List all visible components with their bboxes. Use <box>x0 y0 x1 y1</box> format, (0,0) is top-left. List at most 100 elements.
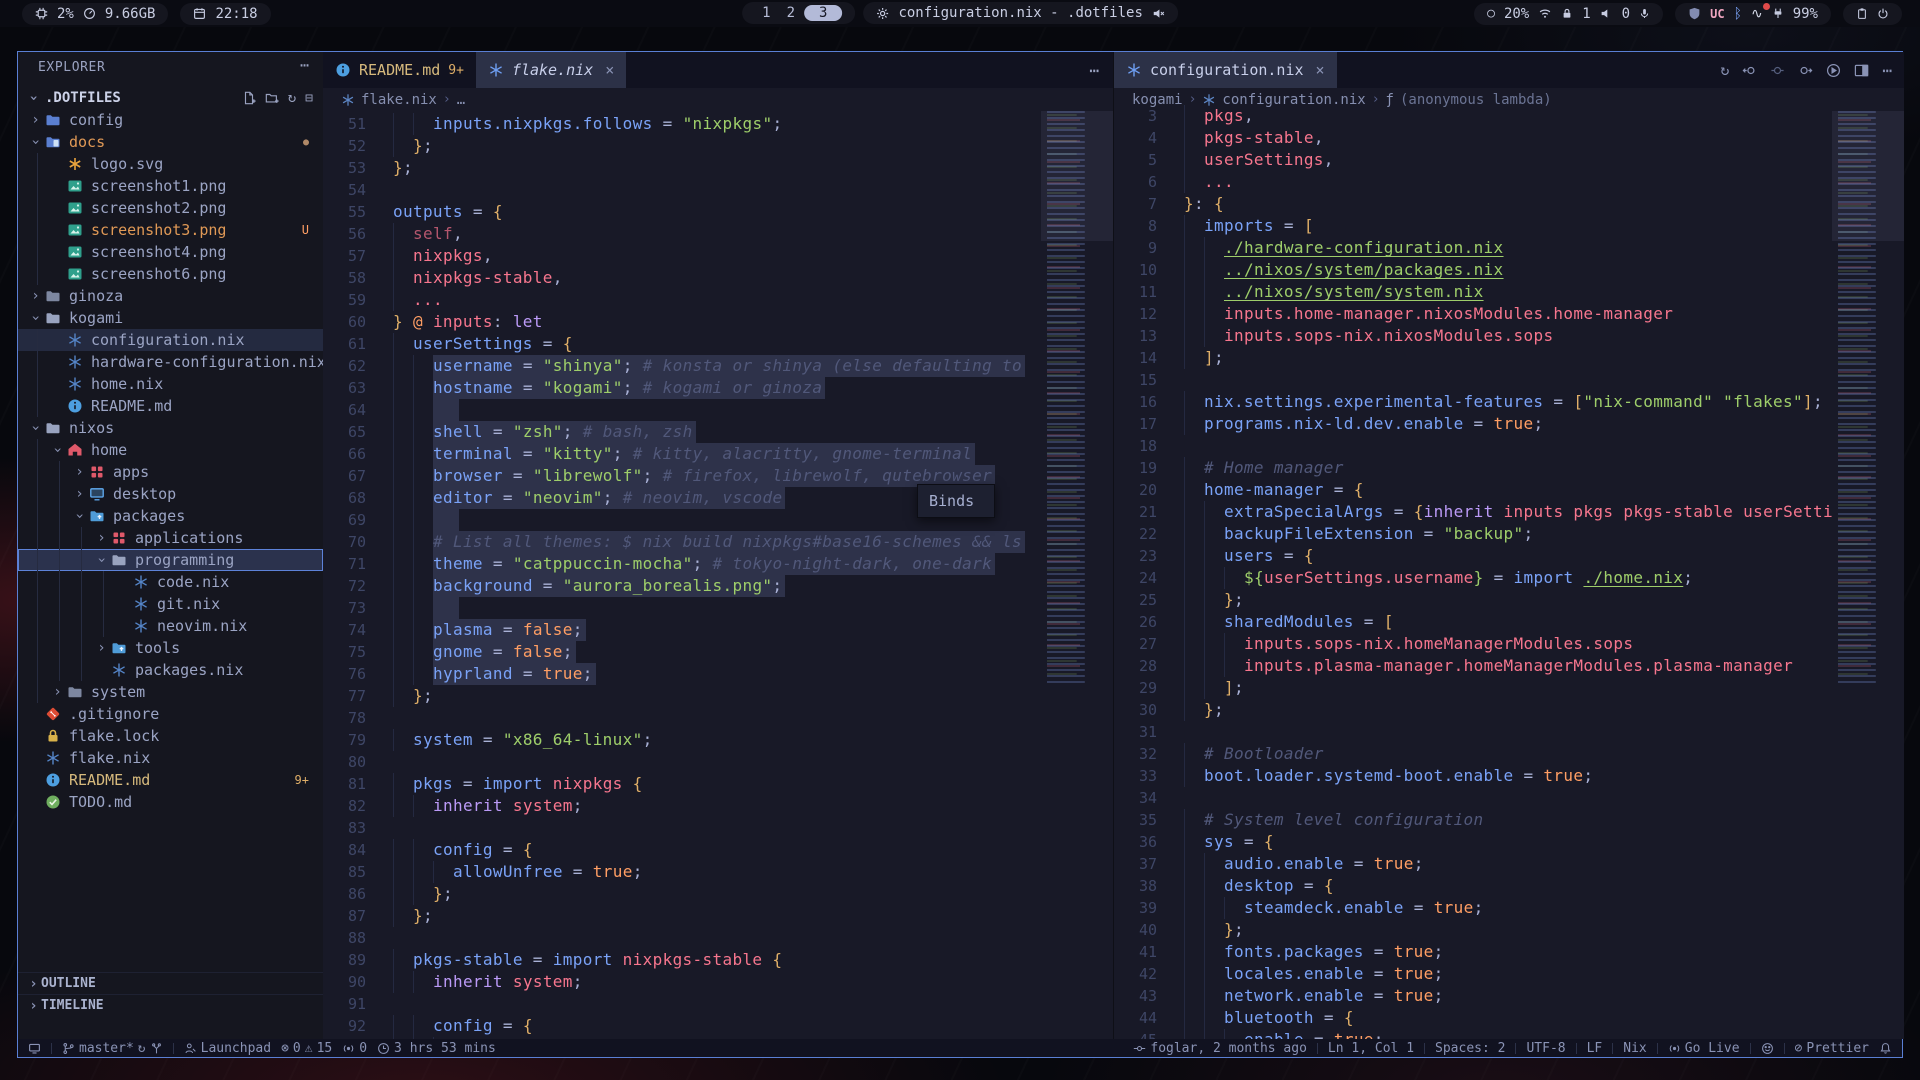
tree-item-apps[interactable]: ›apps <box>18 461 323 483</box>
tree-item-screenshot1.png[interactable]: screenshot1.png <box>18 175 323 197</box>
quick-settings-pill[interactable]: ○ 20% 1 0 <box>1474 3 1663 25</box>
tree-item-home.nix[interactable]: home.nix <box>18 373 323 395</box>
tree-item-label: desktop <box>113 485 176 503</box>
tree-item-README.md[interactable]: README.md9+ <box>18 769 323 791</box>
tree-item-kogami[interactable]: ›kogami <box>18 307 323 329</box>
split-editor-button[interactable] <box>1854 63 1869 78</box>
tree-item-hardware-configuration.nix[interactable]: hardware-configuration.nix <box>18 351 323 373</box>
clock-pill[interactable]: 22:18 <box>180 3 270 25</box>
explorer-more-actions-button[interactable]: ⋯ <box>300 56 309 74</box>
tree-item-screenshot4.png[interactable]: screenshot4.png <box>18 241 323 263</box>
run-file-button[interactable] <box>1826 63 1841 78</box>
ports-indicator[interactable]: 0 <box>342 1041 367 1056</box>
git-compare-icon[interactable] <box>150 1042 163 1055</box>
new-folder-button[interactable] <box>265 91 279 105</box>
tree-item-packages[interactable]: ›packages <box>18 505 323 527</box>
session-pill[interactable] <box>1843 3 1902 25</box>
workspace-1[interactable]: 1 <box>755 5 777 21</box>
line-number: 4 <box>1114 127 1184 149</box>
timeline-refresh-button[interactable]: ↻ <box>1720 61 1729 79</box>
code-editor-configuration[interactable]: 3pkgs,4pkgs-stable,5userSettings,6...7}:… <box>1114 105 1832 1039</box>
tree-item-neovim.nix[interactable]: neovim.nix <box>18 615 323 637</box>
tree-item-screenshot3.png[interactable]: screenshot3.pngU <box>18 219 323 241</box>
chevron-right-icon: › <box>28 288 43 304</box>
workspace-2[interactable]: 2 <box>780 5 802 21</box>
window-title-pill[interactable]: configuration.nix - .dotfiles <box>863 2 1177 24</box>
change-indicator-icon[interactable] <box>1770 63 1785 78</box>
systray-pill[interactable]: UC ᛒ ∿ 99% <box>1675 3 1831 25</box>
tab-readme[interactable]: README.md 9+ <box>323 52 476 88</box>
line-number: 13 <box>1114 325 1184 347</box>
tab-flake-nix[interactable]: flake.nix × <box>476 52 626 88</box>
tree-item-nixos[interactable]: ›nixos <box>18 417 323 439</box>
problems-indicator[interactable]: ⊗ 0 ⚠ 15 <box>281 1041 332 1056</box>
tree-item-flake.nix[interactable]: flake.nix <box>18 747 323 769</box>
code-line-91: 91 <box>323 993 1041 1015</box>
close-icon[interactable]: × <box>1316 61 1325 79</box>
tree-item-configuration.nix[interactable]: configuration.nix <box>18 329 323 351</box>
tree-item-home[interactable]: ›home <box>18 439 323 461</box>
tree-item-screenshot6.png[interactable]: screenshot6.png <box>18 263 323 285</box>
tree-item-desktop[interactable]: ›desktop <box>18 483 323 505</box>
outline-section[interactable]: › OUTLINE <box>18 972 323 994</box>
new-file-button[interactable] <box>242 91 256 105</box>
tree-item-.gitignore[interactable]: .gitignore <box>18 703 323 725</box>
tree-item-applications[interactable]: ›applications <box>18 527 323 549</box>
tree-item-flake.lock[interactable]: flake.lock <box>18 725 323 747</box>
app-gear-icon <box>876 7 889 20</box>
tree-item-packages.nix[interactable]: packages.nix <box>18 659 323 681</box>
line-number: 91 <box>323 993 393 1015</box>
tree-item-ginoza[interactable]: ›ginoza <box>18 285 323 307</box>
more-actions-button[interactable]: ⋯ <box>1882 61 1892 80</box>
tree-item-docs[interactable]: ›docs● <box>18 131 323 153</box>
indentation-setting[interactable]: Spaces: 2 <box>1435 1041 1505 1056</box>
close-icon[interactable]: × <box>605 61 614 79</box>
time-tracker[interactable]: 3 hrs 53 mins <box>377 1041 496 1056</box>
tree-item-label: applications <box>135 529 243 547</box>
line-number: 19 <box>1114 457 1184 479</box>
refresh-explorer-button[interactable]: ↻ <box>288 90 296 106</box>
git-branch-indicator[interactable]: master* ↻ <box>62 1041 163 1056</box>
collapse-folders-button[interactable]: ⊟ <box>305 91 313 106</box>
breadcrumb[interactable]: flake.nix › … <box>323 88 1113 111</box>
remote-indicator[interactable] <box>28 1042 41 1055</box>
tree-item-TODO.md[interactable]: TODO.md <box>18 791 323 813</box>
feedback-smiley-button[interactable] <box>1761 1042 1774 1055</box>
tree-item-code.nix[interactable]: code.nix <box>18 571 323 593</box>
cursor-position[interactable]: Ln 1, Col 1 <box>1328 1041 1414 1056</box>
code-line-31: 31 <box>1114 721 1832 743</box>
previous-change-button[interactable] <box>1742 63 1757 78</box>
battery-level: 99% <box>1793 6 1818 22</box>
tree-item-config[interactable]: ›config <box>18 109 323 131</box>
tab-configuration-nix[interactable]: configuration.nix × <box>1114 52 1337 88</box>
taskbar: 2% 9.66GB 22:18 123 configuration.nix - … <box>0 0 1920 27</box>
sync-icon[interactable]: ↻ <box>138 1041 146 1056</box>
encoding-setting[interactable]: UTF-8 <box>1526 1041 1565 1056</box>
tree-item-git.nix[interactable]: git.nix <box>18 593 323 615</box>
system-monitor-pill[interactable]: 2% 9.66GB <box>22 3 168 25</box>
line-number: 33 <box>1114 765 1184 787</box>
go-live-button[interactable]: Go Live <box>1668 1041 1740 1056</box>
tree-item-logo.svg[interactable]: logo.svg <box>18 153 323 175</box>
timeline-section[interactable]: › TIMELINE <box>18 994 323 1016</box>
tree-item-programming[interactable]: ›programming <box>18 549 323 571</box>
more-tabs-button[interactable]: ⋯ <box>1075 61 1113 80</box>
notifications-button[interactable] <box>1879 1042 1892 1055</box>
launchpad-button[interactable]: Launchpad <box>184 1041 271 1056</box>
screen-icon <box>28 1042 41 1055</box>
line-number: 85 <box>323 861 393 883</box>
minimap[interactable] <box>1832 111 1904 1039</box>
next-change-button[interactable] <box>1798 63 1813 78</box>
workspace-3[interactable]: 3 <box>804 5 842 21</box>
language-mode[interactable]: Nix <box>1623 1041 1646 1056</box>
tree-item-README.md[interactable]: README.md <box>18 395 323 417</box>
git-blame-info[interactable]: foglar, 2 months ago <box>1133 1041 1307 1056</box>
tree-item-tools[interactable]: ›tools <box>18 637 323 659</box>
minimap[interactable] <box>1041 111 1113 1039</box>
tree-item-system[interactable]: ›system <box>18 681 323 703</box>
tree-item-screenshot2.png[interactable]: screenshot2.png <box>18 197 323 219</box>
code-editor-flake[interactable]: 51inputs.nixpkgs.follows = "nixpkgs";52}… <box>323 111 1041 1039</box>
prettier-indicator[interactable]: ⊘ Prettier <box>1795 1041 1869 1056</box>
code-line-12: 12inputs.home-manager.nixosModules.home-… <box>1114 303 1832 325</box>
eol-setting[interactable]: LF <box>1587 1041 1603 1056</box>
